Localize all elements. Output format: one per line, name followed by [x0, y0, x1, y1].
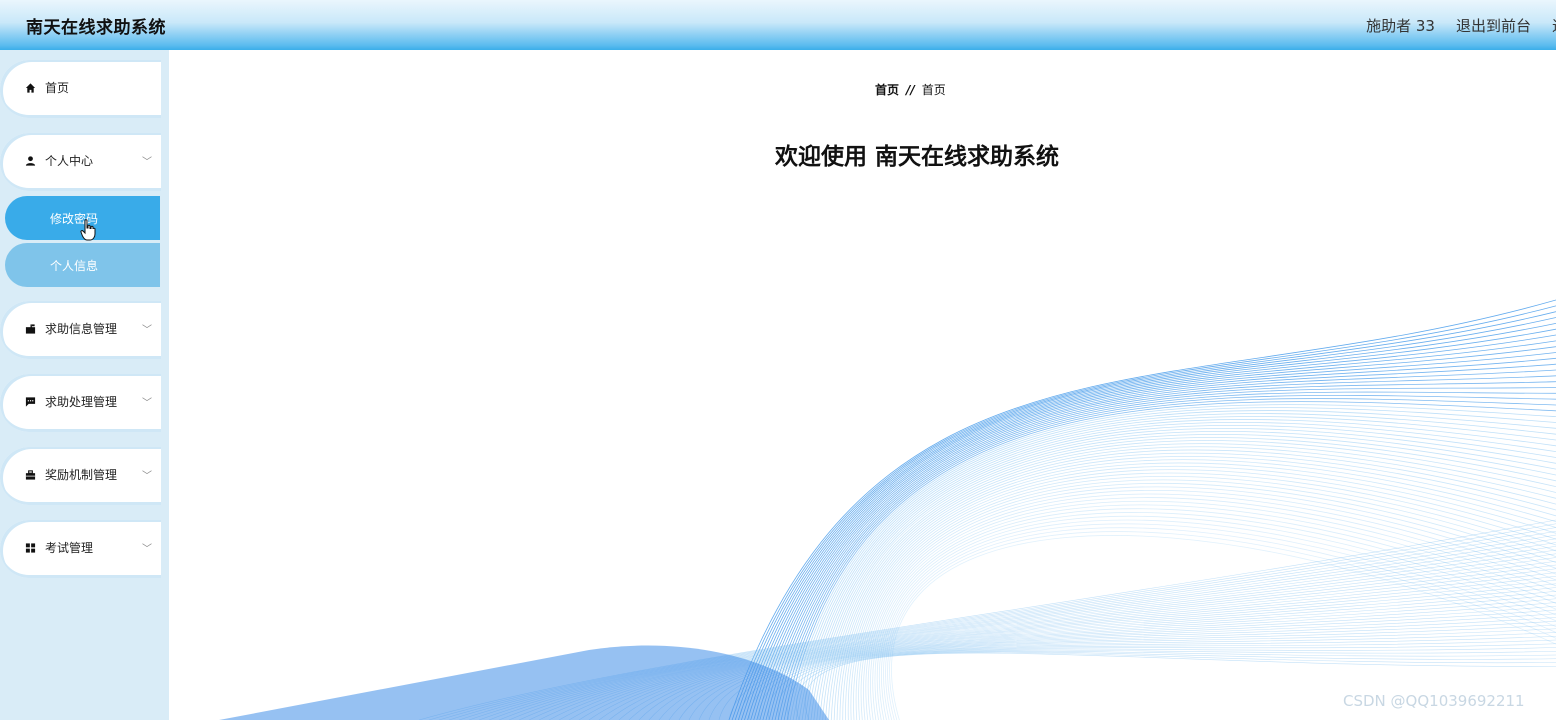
- header-actions: 施助者 33 退出到前台 退: [1366, 15, 1556, 36]
- chevron-down-icon: ﹀: [142, 325, 152, 336]
- chevron-down-icon: ﹀: [142, 398, 152, 409]
- sidebar-item-personal-center[interactable]: 个人中心 ﹀: [0, 133, 161, 191]
- sidebar-item-label: 求助处理管理: [45, 395, 118, 409]
- user-icon: [25, 156, 36, 166]
- sidebar-item-label: 考试管理: [45, 541, 94, 555]
- breadcrumb-current: 首页: [921, 83, 946, 97]
- message-icon: [25, 397, 36, 407]
- breadcrumb: 首页 // 首页: [875, 81, 946, 98]
- hand-cursor-icon: [80, 219, 96, 241]
- sidebar-item-label: 首页: [45, 81, 70, 95]
- grid-icon: [25, 543, 36, 553]
- sidebar-item-label: 奖励机制管理: [45, 468, 118, 482]
- top-header: 南天在线求助系统 施助者 33 退出到前台 退: [0, 0, 1556, 50]
- briefcase-icon: [25, 470, 36, 480]
- sidebar-item-exam[interactable]: 考试管理 ﹀: [0, 520, 161, 578]
- sidebar-item-label: 求助信息管理: [45, 322, 118, 336]
- sidebar-item-help-info[interactable]: 求助信息管理 ﹀: [0, 301, 161, 359]
- breadcrumb-separator: //: [906, 83, 915, 97]
- chevron-down-icon: ﹀: [142, 157, 152, 168]
- sidebar-item-reward-mechanism[interactable]: 奖励机制管理 ﹀: [0, 447, 161, 505]
- chevron-down-icon: ﹀: [142, 544, 152, 555]
- app-title: 南天在线求助系统: [26, 18, 166, 38]
- breadcrumb-home[interactable]: 首页: [875, 83, 899, 97]
- exit-to-frontend-link[interactable]: 退出到前台: [1456, 15, 1531, 36]
- mailbox-icon: [25, 324, 36, 334]
- welcome-heading: 欢迎使用 南天在线求助系统: [775, 144, 1060, 170]
- sidebar-subitem-personal-info[interactable]: 个人信息: [5, 243, 160, 287]
- sidebar-item-help-processing[interactable]: 求助处理管理 ﹀: [0, 374, 161, 432]
- logout-link[interactable]: 退: [1552, 15, 1556, 36]
- sidebar-subitem-label: 个人信息: [50, 259, 99, 273]
- chevron-down-icon: ﹀: [142, 471, 152, 482]
- user-name-label: 施助者 33: [1366, 17, 1435, 35]
- wave-line: [845, 462, 1556, 720]
- watermark: CSDN @QQ1039692211: [1343, 692, 1525, 710]
- sidebar-item-label: 个人中心: [45, 154, 94, 168]
- home-icon: [25, 83, 36, 93]
- sidebar: 首页 个人中心 ﹀ 修改密码 个人信息 求助信息管理 ﹀ 求助处理管理 ﹀ 奖励…: [0, 50, 169, 720]
- sidebar-item-home[interactable]: 首页: [0, 60, 161, 118]
- wave-line: [863, 486, 1556, 720]
